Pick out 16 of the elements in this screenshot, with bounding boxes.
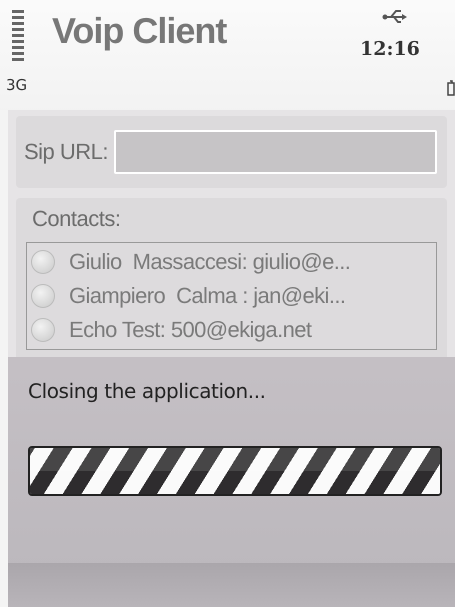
contact-item[interactable]: Giampiero Calma : jan@eki... bbox=[69, 283, 346, 309]
network-label: 3G bbox=[6, 76, 28, 94]
contacts-label: Contacts: bbox=[31, 206, 122, 232]
radio-button[interactable] bbox=[31, 250, 55, 274]
battery-icon bbox=[447, 80, 455, 96]
usb-icon bbox=[382, 8, 408, 26]
sip-url-field[interactable] bbox=[114, 130, 437, 174]
contact-item[interactable]: Echo Test: 500@ekiga.net bbox=[69, 317, 312, 343]
sip-url-label: Sip URL: bbox=[24, 139, 108, 165]
radio-button[interactable] bbox=[31, 284, 55, 308]
app-title: Voip Client bbox=[52, 10, 226, 52]
dialog-message: Closing the application... bbox=[28, 379, 266, 403]
radio-button[interactable] bbox=[31, 318, 55, 342]
signal-icon bbox=[12, 10, 24, 62]
clock-time: 12:16 bbox=[360, 38, 420, 60]
contact-item[interactable]: Giulio Massaccesi: giulio@e... bbox=[69, 249, 350, 275]
